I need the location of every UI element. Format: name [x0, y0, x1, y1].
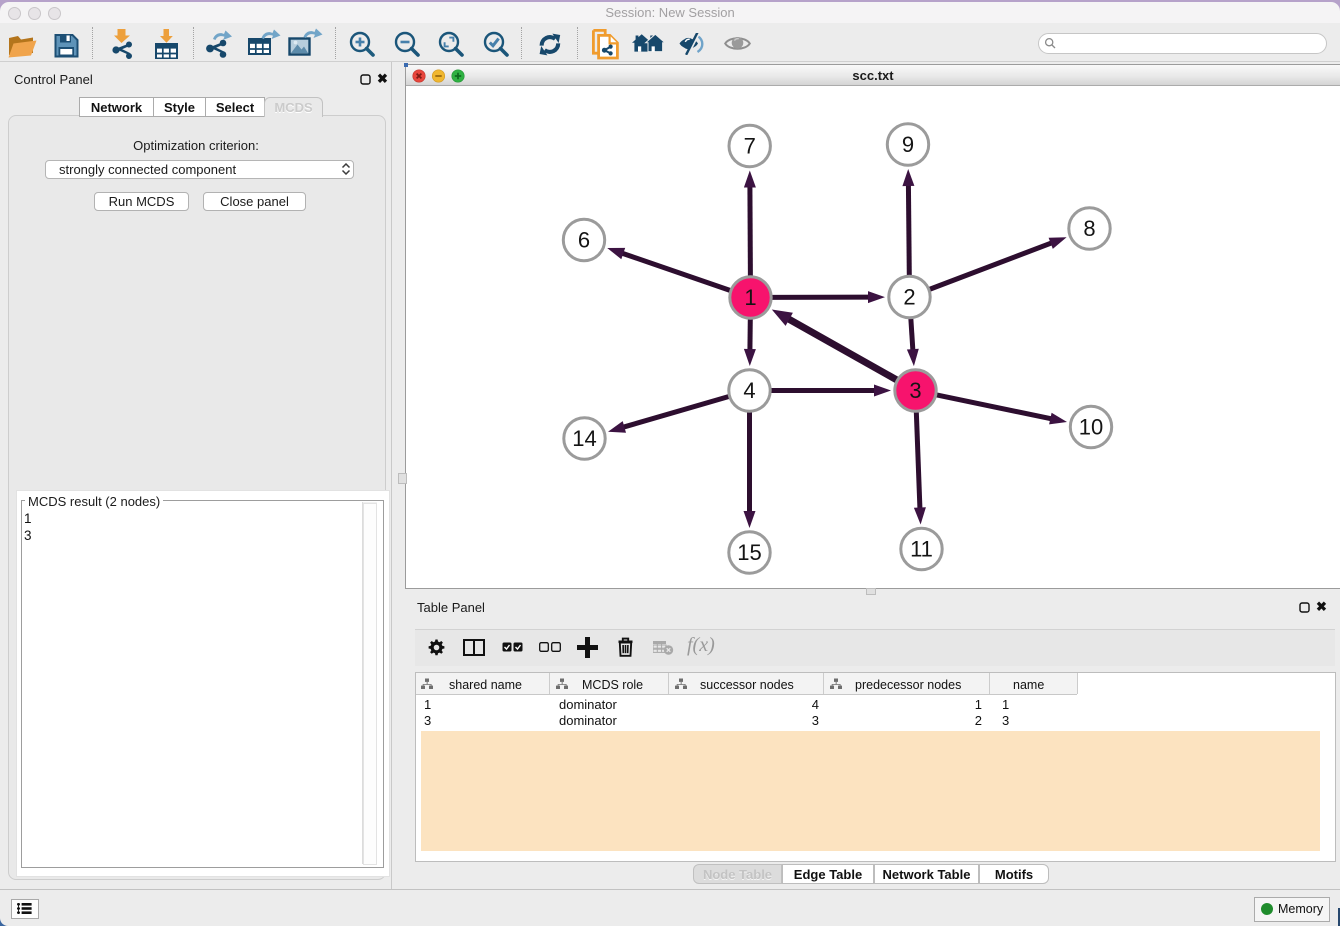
svg-text:7: 7: [744, 134, 756, 159]
svg-text:4: 4: [743, 378, 755, 403]
svg-text:2: 2: [903, 285, 915, 310]
svg-text:3: 3: [909, 378, 921, 403]
svg-text:10: 10: [1079, 415, 1103, 440]
svg-text:9: 9: [902, 132, 914, 157]
svg-text:8: 8: [1083, 216, 1095, 241]
svg-text:14: 14: [572, 426, 596, 451]
svg-text:15: 15: [737, 540, 761, 565]
svg-text:11: 11: [910, 537, 933, 562]
svg-text:1: 1: [744, 285, 756, 310]
svg-text:6: 6: [578, 228, 590, 253]
